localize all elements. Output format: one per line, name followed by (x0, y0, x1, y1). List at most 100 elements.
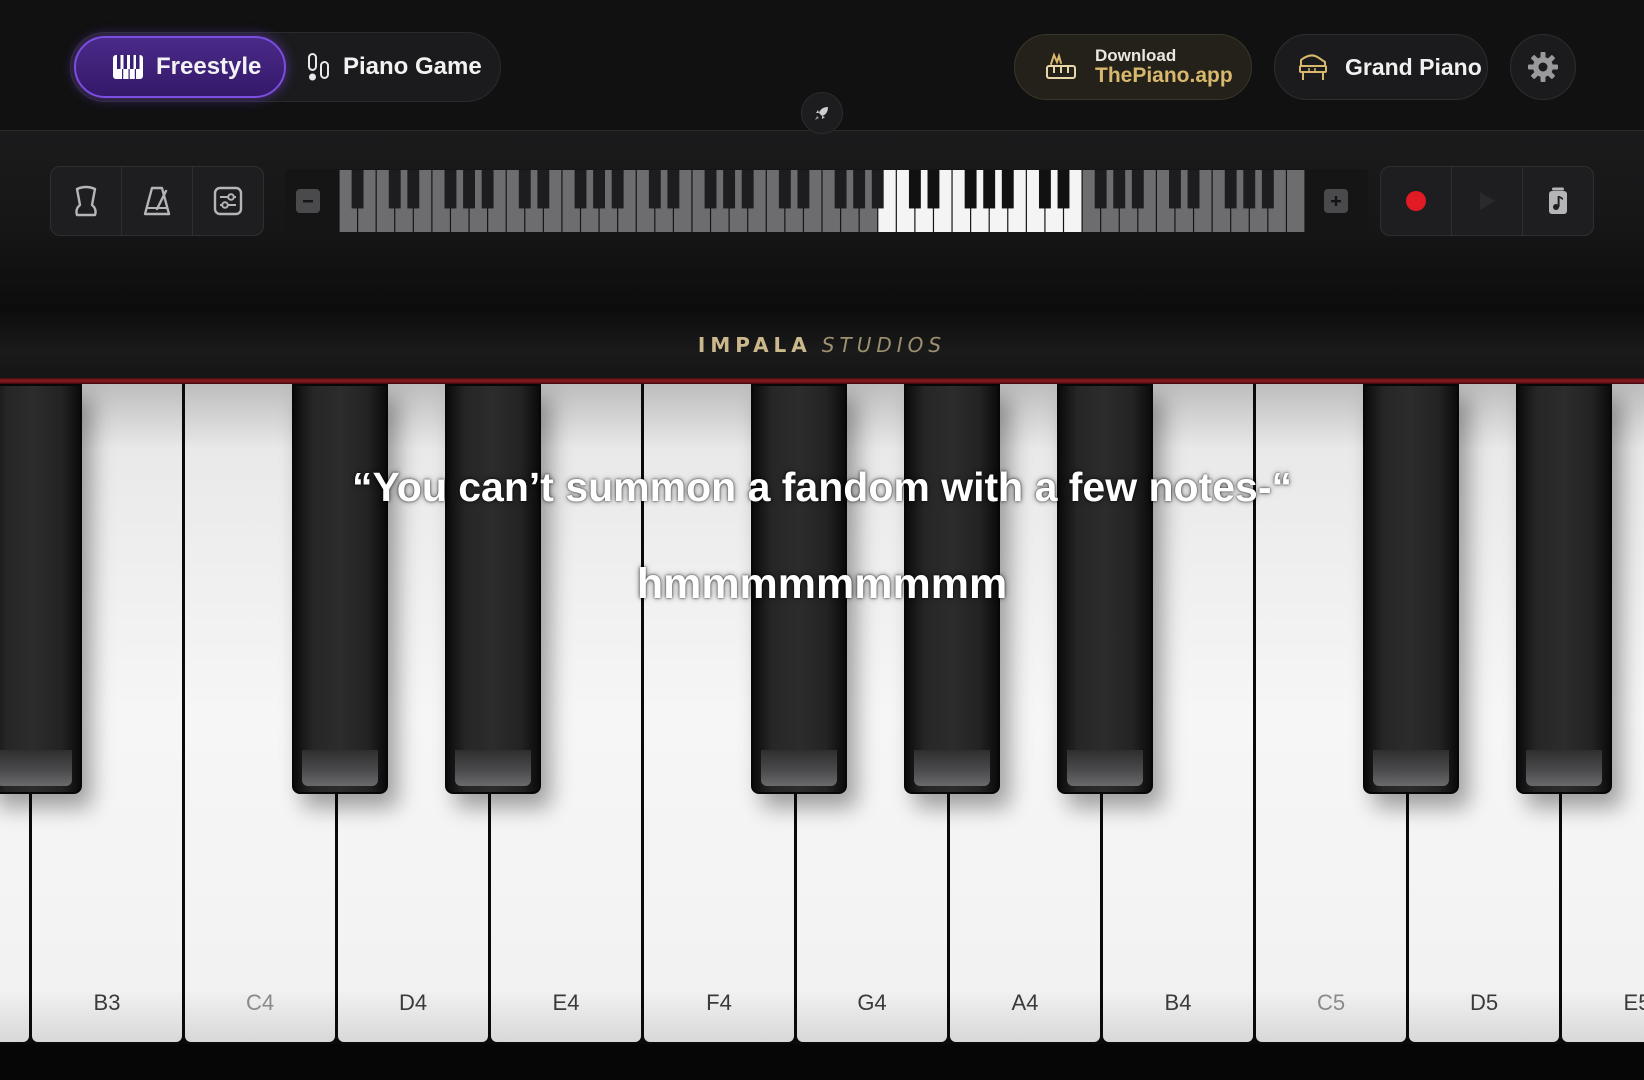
key-note-label: A4 (1011, 990, 1039, 1015)
record-button[interactable] (1381, 167, 1452, 235)
piano-fallboard: IMPALA STUDIOS (0, 305, 1644, 383)
brand-name-secondary: STUDIOS (821, 333, 947, 357)
minimap-black-key (964, 170, 977, 209)
minimap-black-key (463, 170, 475, 209)
brand-logo: IMPALA STUDIOS (0, 333, 1644, 357)
play-button[interactable] (1452, 167, 1523, 235)
instrument-label: Grand Piano (1345, 53, 1482, 80)
minimap-black-key (983, 170, 996, 209)
rocket-icon (813, 104, 831, 122)
minimap-black-key (407, 170, 420, 209)
caption-quote: “You can’t summon a fandom with a few no… (351, 464, 1293, 510)
instrument-select-button[interactable]: Grand Piano (1274, 34, 1488, 100)
minimap-black-key (574, 170, 587, 209)
song-file-icon (1546, 186, 1570, 216)
key-note-label: F4 (706, 990, 732, 1015)
key-note-label: G4 (857, 990, 887, 1015)
black-key-cap (1067, 750, 1143, 786)
key-note-label: C4 (245, 990, 275, 1015)
key-note-label: B3 (93, 990, 121, 1015)
minimap-black-key (741, 170, 754, 209)
minimap-black-key (778, 170, 791, 209)
record-icon (1404, 189, 1428, 213)
minimap-black-key (853, 170, 866, 209)
minimap-black-key (1038, 170, 1051, 209)
minimap-black-key (518, 170, 531, 209)
sustain-pedal-icon (71, 185, 101, 217)
minimap-black-key (704, 170, 717, 209)
mode-switch: Freestyle Piano Game (70, 32, 501, 102)
black-key-cap (1373, 750, 1449, 786)
metronome-button[interactable] (122, 167, 193, 235)
download-app-button[interactable]: Download ThePiano.app (1014, 34, 1252, 100)
minimap-black-key (1113, 170, 1126, 209)
freestyle-mode-button[interactable]: Freestyle (74, 36, 286, 98)
download-label: Download (1095, 46, 1177, 66)
right-tool-group (1380, 166, 1594, 236)
song-file-button[interactable] (1523, 167, 1593, 235)
minimap-black-key (797, 170, 810, 209)
minimap-black-key (388, 170, 401, 209)
minimap-black-key (611, 170, 624, 209)
freestyle-mode-label: Freestyle (156, 53, 262, 80)
black-key-cap (0, 750, 72, 786)
bottom-strip (0, 1044, 1644, 1080)
minimap-black-key (1261, 170, 1274, 209)
minimap-black-key (1243, 170, 1256, 209)
control-bar (0, 130, 1644, 305)
piano-game-mode-label: Piano Game (343, 53, 482, 80)
minimap-black-key (1001, 170, 1014, 209)
minimap-black-key (444, 170, 457, 209)
piano-game-mode-button[interactable]: Piano Game (295, 36, 495, 98)
key-note-label: E5 (1623, 990, 1644, 1015)
rocket-button[interactable] (801, 92, 843, 134)
minimap-black-key (1169, 170, 1181, 209)
grand-piano-icon (1297, 52, 1329, 82)
key-note-label: D5 (1469, 990, 1499, 1015)
key-note-label: D4 (398, 990, 428, 1015)
minimap-black-key (927, 170, 940, 209)
key-note-label: C5 (1316, 990, 1346, 1015)
keyboard-minimap[interactable] (339, 170, 1305, 232)
minimap-black-key (1131, 170, 1144, 209)
metronome-icon (142, 185, 172, 217)
minimap-black-key (1057, 170, 1070, 209)
caption-hum: hmmmmmmmmm (636, 560, 1008, 608)
piano-keys-icon (112, 54, 144, 80)
minimap-black-key (908, 170, 921, 209)
left-tool-group (50, 166, 264, 236)
zoom-in-button[interactable] (1324, 189, 1348, 213)
brand-name-primary: IMPALA (697, 333, 812, 357)
minimap-black-key (537, 170, 550, 209)
minimap-black-key (1187, 170, 1200, 209)
key-note-label: E4 (552, 990, 580, 1015)
download-app-name: ThePiano.app (1095, 63, 1233, 87)
minimap-black-key (871, 170, 884, 209)
minimap-black-key (723, 170, 736, 209)
black-key-cap (761, 750, 837, 786)
piano-game-icon (307, 52, 331, 82)
sustain-pedal-button[interactable] (51, 167, 122, 235)
minus-icon (301, 194, 315, 208)
key-note-label: B4 (1164, 990, 1192, 1015)
minimap-black-key (1094, 170, 1107, 209)
black-key-cap (914, 750, 990, 786)
zoom-out-button[interactable] (296, 189, 320, 213)
equalizer-button[interactable] (193, 167, 263, 235)
black-key-cap (302, 750, 378, 786)
minimap-black-key (667, 170, 680, 209)
black-key-cap (455, 750, 531, 786)
minimap-black-key (1224, 170, 1237, 209)
minimap-black-key (481, 170, 494, 209)
black-key-cap (1526, 750, 1602, 786)
settings-button[interactable] (1510, 34, 1576, 100)
piano-hand-icon (1045, 52, 1077, 82)
plus-icon (1329, 194, 1343, 208)
play-icon (1476, 189, 1498, 213)
minimap-black-key (351, 170, 364, 209)
minimap-black-key (648, 170, 661, 209)
minimap-black-key (834, 170, 847, 209)
gear-icon (1526, 50, 1560, 84)
equalizer-icon (213, 186, 243, 216)
minimap-white-key (1287, 170, 1305, 232)
